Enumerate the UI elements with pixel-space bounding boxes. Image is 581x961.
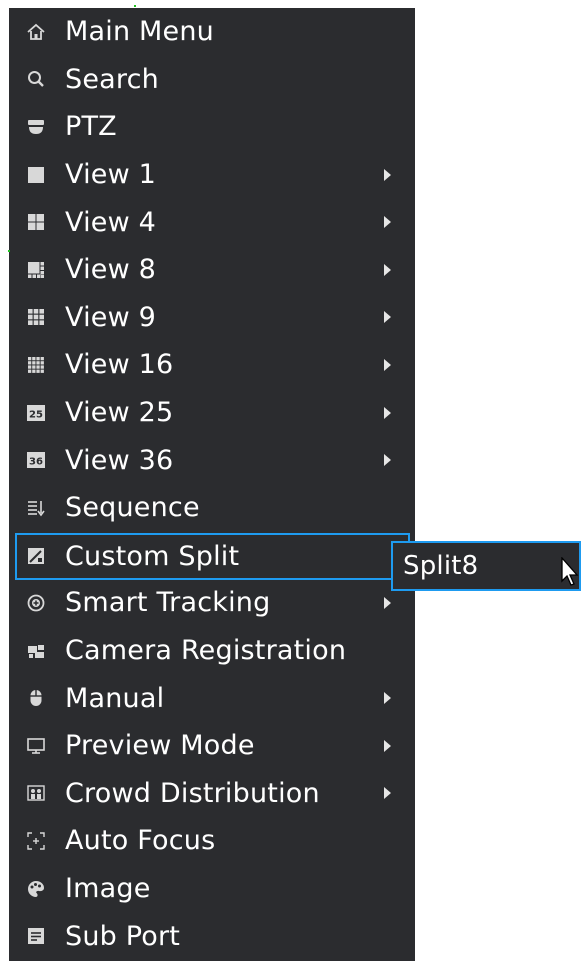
menu-item-label: View 1 [65, 159, 157, 191]
auto-focus-icon [25, 830, 47, 852]
menu-item-label: View 16 [65, 349, 174, 381]
sub-port-icon [25, 925, 47, 947]
menu-item-label: Sub Port [65, 920, 181, 952]
menu-item-label: Crowd Distribution [65, 777, 320, 809]
menu-item-view-36[interactable]: 36 View 36 [9, 436, 415, 484]
svg-text:25: 25 [29, 409, 43, 420]
search-icon [25, 68, 47, 90]
menu-item-view-25[interactable]: 25 View 25 [9, 389, 415, 437]
menu-item-label: Sequence [65, 492, 200, 524]
smart-tracking-icon [25, 592, 47, 614]
submenu-arrow-icon [384, 358, 391, 371]
menu-item-manual[interactable]: Manual [9, 674, 415, 722]
view-25-icon: 25 [25, 402, 47, 424]
menu-item-label: Custom Split [65, 540, 240, 572]
menu-item-view-4[interactable]: View 4 [9, 198, 415, 246]
image-palette-icon [25, 878, 47, 900]
menu-item-label: PTZ [65, 111, 117, 143]
menu-item-auto-focus[interactable]: Auto Focus [9, 817, 415, 865]
menu-item-camera-registration[interactable]: Camera Registration [9, 627, 415, 675]
menu-item-label: Auto Focus [65, 825, 216, 857]
menu-item-smart-tracking[interactable]: Smart Tracking [9, 579, 415, 627]
menu-item-search[interactable]: Search [9, 56, 415, 104]
menu-item-label: View 4 [65, 206, 157, 238]
menu-item-custom-split[interactable]: Custom Split [15, 532, 410, 580]
sequence-icon [25, 497, 47, 519]
monitor-icon [25, 735, 47, 757]
menu-item-ptz[interactable]: PTZ [9, 103, 415, 151]
submenu-arrow-icon [384, 216, 391, 229]
menu-item-label: View 36 [65, 444, 174, 476]
home-icon [25, 21, 47, 43]
ptz-camera-icon [25, 116, 47, 138]
sixteen-view-icon [25, 354, 47, 376]
mouse-icon [25, 687, 47, 709]
mouse-cursor-icon [561, 557, 579, 586]
single-view-icon [25, 164, 47, 186]
menu-item-label: Search [65, 63, 159, 95]
submenu-arrow-icon [384, 311, 391, 324]
menu-item-label: Main Menu [65, 16, 214, 48]
menu-item-sequence[interactable]: Sequence [9, 484, 415, 532]
menu-item-label: Image [65, 873, 151, 905]
decorative-dot [134, 5, 136, 7]
menu-item-sub-port[interactable]: Sub Port [9, 912, 415, 960]
custom-split-icon [25, 545, 47, 567]
submenu-arrow-icon [384, 692, 391, 705]
menu-item-view-16[interactable]: View 16 [9, 341, 415, 389]
menu-item-label: Preview Mode [65, 730, 255, 762]
submenu-item-split8[interactable]: Split8 [403, 553, 478, 579]
context-menu: Main Menu Search PTZ View 1 View 4 View [9, 8, 415, 961]
submenu-arrow-icon [384, 787, 391, 800]
menu-item-view-1[interactable]: View 1 [9, 151, 415, 199]
menu-item-label: Smart Tracking [65, 587, 271, 619]
menu-item-view-9[interactable]: View 9 [9, 294, 415, 342]
submenu-arrow-icon [384, 739, 391, 752]
submenu-arrow-icon [384, 596, 391, 609]
menu-item-image[interactable]: Image [9, 865, 415, 913]
custom-split-submenu[interactable]: Split8 [391, 541, 581, 591]
menu-item-label: Manual [65, 682, 165, 714]
menu-item-view-8[interactable]: View 8 [9, 246, 415, 294]
eight-view-icon [25, 259, 47, 281]
nine-view-icon [25, 306, 47, 328]
menu-item-crowd-distribution[interactable]: Crowd Distribution [9, 770, 415, 818]
camera-registration-icon [25, 640, 47, 662]
menu-item-preview-mode[interactable]: Preview Mode [9, 722, 415, 770]
decorative-dot [8, 250, 10, 252]
submenu-arrow-icon [384, 454, 391, 467]
menu-item-label: View 9 [65, 301, 157, 333]
quad-view-icon [25, 211, 47, 233]
view-36-icon: 36 [25, 449, 47, 471]
submenu-arrow-icon [384, 168, 391, 181]
crowd-distribution-icon [25, 782, 47, 804]
svg-text:36: 36 [29, 457, 43, 468]
menu-item-main-menu[interactable]: Main Menu [9, 8, 415, 56]
menu-item-label: Camera Registration [65, 635, 347, 667]
menu-item-label: View 25 [65, 397, 174, 429]
submenu-arrow-icon [384, 406, 391, 419]
menu-item-label: View 8 [65, 254, 157, 286]
submenu-arrow-icon [384, 263, 391, 276]
